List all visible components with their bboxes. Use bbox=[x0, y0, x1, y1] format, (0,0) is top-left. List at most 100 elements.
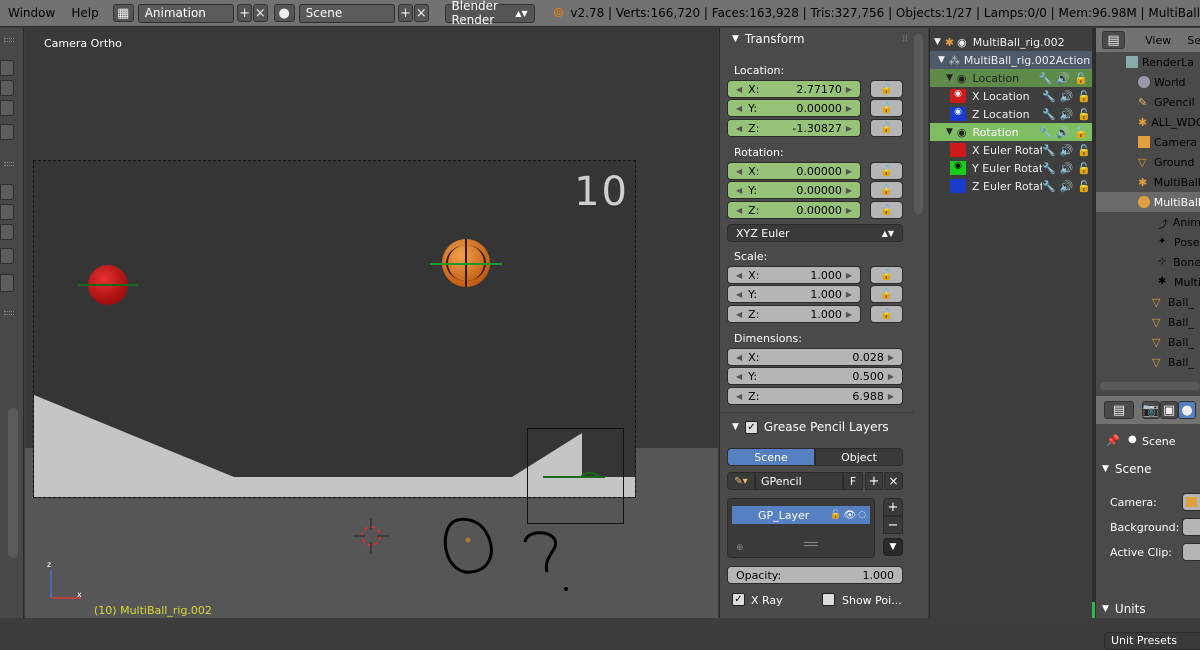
shelf-button[interactable] bbox=[0, 224, 14, 240]
scene-tab-icon[interactable]: ● bbox=[1178, 401, 1196, 419]
outliner-item[interactable]: ▽ Ball_ bbox=[1096, 292, 1200, 312]
shelf-grip-icon[interactable] bbox=[4, 38, 14, 42]
pin-icon[interactable]: 📌 bbox=[1106, 434, 1120, 447]
wrench-icon[interactable]: 🔧 bbox=[1042, 180, 1056, 193]
outliner-item[interactable]: ▽ Ball_ bbox=[1096, 332, 1200, 352]
shelf-button[interactable] bbox=[0, 60, 14, 76]
background-field[interactable] bbox=[1182, 518, 1200, 536]
gp-fake-user-button[interactable]: F bbox=[843, 472, 863, 490]
remove-scene-icon[interactable]: × bbox=[413, 4, 429, 22]
shelf-grip-icon[interactable] bbox=[4, 162, 14, 166]
mute-icon[interactable]: 🔊 bbox=[1056, 126, 1070, 139]
outliner-item[interactable]: ▽ Ball_ bbox=[1096, 352, 1200, 372]
wrench-icon[interactable]: 🔧 bbox=[1042, 144, 1056, 157]
mute-icon[interactable]: 🔊 bbox=[1060, 108, 1074, 121]
outliner-item[interactable]: ✎ GPencil bbox=[1096, 92, 1200, 112]
shelf-button[interactable] bbox=[0, 204, 14, 220]
outliner-item[interactable]: ✱ Multi bbox=[1096, 272, 1200, 292]
layer-onion-icon[interactable]: ◌ bbox=[858, 510, 866, 520]
layout-name-field[interactable]: Animation bbox=[137, 3, 235, 23]
unit-presets-dropdown[interactable]: Unit Presets bbox=[1104, 632, 1200, 650]
gp-enable-checkbox[interactable]: ✓ bbox=[744, 420, 758, 434]
list-filter-icon[interactable]: ⊕ bbox=[736, 543, 744, 553]
gp-opacity-field[interactable]: Opacity: 1.000 bbox=[727, 566, 903, 584]
outliner-item[interactable]: ▽ Ball_ bbox=[1096, 312, 1200, 332]
list-resize-grip-icon[interactable] bbox=[804, 542, 818, 546]
shelf-button[interactable] bbox=[0, 80, 14, 96]
location-y-field[interactable]: ◀ Y: 0.00000 ▶ bbox=[727, 99, 861, 117]
xray-checkbox[interactable]: ✓ bbox=[732, 593, 745, 606]
shelf-button[interactable] bbox=[0, 100, 14, 116]
tab-scene[interactable]: Scene bbox=[727, 448, 815, 466]
gp-remove-icon[interactable]: × bbox=[884, 472, 903, 490]
add-layout-icon[interactable]: + bbox=[237, 4, 252, 22]
expand-triangle-icon[interactable]: ▼ bbox=[934, 37, 941, 47]
rotation-x-field[interactable]: ◀ X: 0.00000 ▶ bbox=[727, 162, 861, 180]
scene-section-header[interactable]: ▼ Scene bbox=[1102, 462, 1152, 476]
menu-help[interactable]: Help bbox=[63, 6, 106, 20]
layer-add-icon[interactable]: + bbox=[883, 498, 903, 516]
lock-icon[interactable]: 🔓 bbox=[1074, 72, 1088, 85]
lock-icon[interactable]: 🔓 bbox=[1077, 162, 1091, 175]
wrench-icon[interactable]: 🔧 bbox=[1039, 72, 1053, 85]
lock-icon[interactable]: 🔓 bbox=[870, 201, 903, 219]
outliner-item[interactable]: ⊹ Bone bbox=[1096, 252, 1200, 272]
lock-icon[interactable]: 🔓 bbox=[870, 305, 903, 323]
mute-icon[interactable]: 🔊 bbox=[1060, 144, 1074, 157]
grease-pencil-header[interactable]: ▼ ✓ Grease Pencil Layers bbox=[720, 416, 914, 438]
shelf-scrollbar[interactable] bbox=[8, 408, 18, 558]
transform-header[interactable]: ▼ Transform ⁞⁞ bbox=[720, 28, 914, 50]
wrench-icon[interactable]: 🔧 bbox=[1042, 162, 1056, 175]
scale-y-field[interactable]: ◀ Y: 1.000 ▶ bbox=[727, 285, 861, 303]
expand-triangle-icon[interactable]: ▼ bbox=[946, 127, 953, 137]
mute-icon[interactable]: 🔊 bbox=[1060, 90, 1074, 103]
lock-icon[interactable]: 🔓 bbox=[870, 80, 903, 98]
channel-x-location[interactable]: ◉ X Location 🔧 🔊 🔓 bbox=[930, 87, 1095, 105]
shelf-button[interactable] bbox=[0, 184, 14, 200]
active-clip-field[interactable] bbox=[1182, 543, 1200, 561]
outliner-item[interactable]: ✱ ALL_WDG bbox=[1096, 112, 1200, 132]
outliner-item[interactable]: RenderLa bbox=[1096, 52, 1200, 72]
menu-search[interactable]: Se bbox=[1187, 34, 1200, 47]
channel-z-location[interactable]: ◉ Z Location 🔧 🔊 🔓 bbox=[930, 105, 1095, 123]
rotation-z-field[interactable]: ◀ Z: 0.00000 ▶ bbox=[727, 201, 861, 219]
gp-datablock-icon[interactable]: ✎▾ bbox=[727, 472, 755, 490]
editor-type-icon[interactable]: ▤ bbox=[1102, 31, 1126, 49]
dimension-x-field[interactable]: ◀ X: 0.028 ▶ bbox=[727, 348, 903, 366]
channel-group-rotation[interactable]: ▼ ◉ Rotation 🔧 🔊 🔓 bbox=[930, 123, 1095, 141]
channel-action[interactable]: ▼ ⁂ MultiBall_rig.002Action bbox=[930, 51, 1095, 69]
scene-selector-icon[interactable]: ● bbox=[273, 4, 295, 22]
lock-icon[interactable]: 🔓 bbox=[870, 119, 903, 137]
panel-grip-icon[interactable]: ⁞⁞ bbox=[902, 34, 908, 44]
add-scene-icon[interactable]: + bbox=[398, 4, 413, 22]
dimension-z-field[interactable]: ◀ Z: 6.988 ▶ bbox=[727, 387, 903, 405]
layout-selector-icon[interactable]: ▦ bbox=[112, 4, 134, 22]
shelf-button[interactable] bbox=[0, 124, 14, 140]
visibility-icon[interactable]: ◉ bbox=[957, 36, 967, 49]
expand-triangle-icon[interactable]: ▼ bbox=[938, 55, 945, 65]
show-points-checkbox[interactable] bbox=[822, 593, 835, 606]
lock-icon[interactable]: 🔓 bbox=[1077, 144, 1091, 157]
gp-name-field[interactable]: GPencil bbox=[755, 472, 843, 490]
outliner-item-selected[interactable]: MultiBall bbox=[1096, 192, 1200, 212]
lock-icon[interactable]: 🔓 bbox=[870, 99, 903, 117]
lock-icon[interactable]: 🔓 bbox=[1077, 90, 1091, 103]
camera-field[interactable] bbox=[1182, 493, 1200, 511]
scene-name-field[interactable]: Scene bbox=[298, 3, 396, 23]
tab-object[interactable]: Object bbox=[815, 448, 903, 466]
properties-scrollbar[interactable] bbox=[914, 34, 923, 214]
wrench-icon[interactable]: 🔧 bbox=[1039, 126, 1053, 139]
lock-icon[interactable]: 🔓 bbox=[870, 285, 903, 303]
layer-visibility-icon[interactable]: 👁 bbox=[843, 510, 856, 521]
units-section-header[interactable]: ▼ Units bbox=[1102, 602, 1146, 616]
lock-icon[interactable]: 🔓 bbox=[870, 266, 903, 284]
channel-y-euler[interactable]: ◉ Y Euler Rotation 🔧 🔊 🔓 bbox=[930, 159, 1095, 177]
scale-x-field[interactable]: ◀ X: 1.000 ▶ bbox=[727, 266, 861, 284]
outliner-item[interactable]: ⤴ Anim bbox=[1096, 212, 1200, 232]
location-x-field[interactable]: ◀ X: 2.77170 ▶ bbox=[727, 80, 861, 98]
shelf-button[interactable] bbox=[0, 248, 14, 264]
outliner-item[interactable]: ✱ MultiBall bbox=[1096, 172, 1200, 192]
lock-icon[interactable]: 🔓 bbox=[870, 162, 903, 180]
outliner-item[interactable]: Camera bbox=[1096, 132, 1200, 152]
3d-cursor-icon[interactable] bbox=[351, 516, 391, 556]
